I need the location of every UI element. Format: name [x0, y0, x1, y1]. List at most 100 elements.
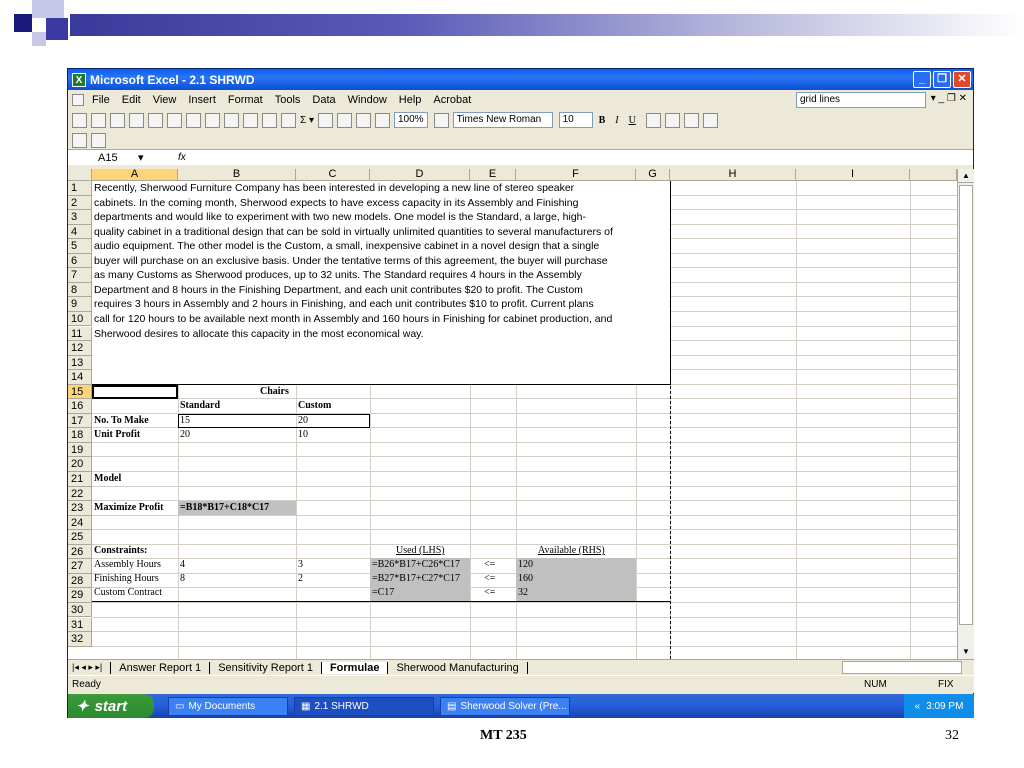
row-header[interactable]: 5 [68, 239, 92, 254]
col-header-e[interactable]: E [470, 169, 516, 181]
help-icon[interactable] [433, 112, 449, 128]
tab-sensitivity-report-1[interactable]: Sensitivity Report 1 [209, 661, 321, 674]
formula-input[interactable] [198, 151, 973, 165]
tray-arrow-icon[interactable]: « [915, 701, 921, 712]
bold-button[interactable]: B [599, 115, 606, 126]
menu-help[interactable]: Help [399, 94, 422, 106]
row-header[interactable]: 1 [68, 181, 92, 196]
row-header[interactable]: 19 [68, 442, 92, 458]
sort-desc-icon[interactable] [336, 112, 352, 128]
vertical-scrollbar[interactable]: ▲ ▼ [957, 169, 974, 659]
col-header-c[interactable]: C [296, 169, 370, 181]
row-header[interactable]: 30 [68, 602, 92, 618]
active-cell-a15[interactable] [92, 385, 178, 399]
copy-icon[interactable] [205, 112, 220, 128]
make-custom-cell[interactable]: 20 [296, 414, 308, 428]
profit-standard-cell[interactable]: 20 [178, 428, 190, 442]
row-header[interactable]: 13 [68, 355, 92, 371]
row-header[interactable]: 15 [68, 384, 92, 400]
name-box-dropdown[interactable]: ▾ [138, 151, 178, 164]
name-box[interactable]: A15 [68, 152, 138, 164]
tab-answer-report-1[interactable]: Answer Report 1 [110, 661, 209, 674]
assembly-cus-cell[interactable]: 3 [296, 558, 303, 572]
autosum-icon[interactable]: Σ ▾ [300, 115, 314, 126]
col-header-h[interactable]: H [670, 169, 796, 181]
minimize-button[interactable]: _ [913, 71, 931, 88]
italic-button[interactable]: I [615, 115, 618, 126]
row-header[interactable]: 8 [68, 282, 92, 298]
make-standard-cell[interactable]: 15 [178, 414, 190, 428]
spreadsheet-grid[interactable]: A B C D E F G H I 1 2 3 4 5 6 7 8 9 10 11 12 13 14 15 1… [68, 169, 957, 659]
col-header-j[interactable] [910, 169, 957, 181]
assembly-lhs-cell[interactable]: =B26*B17+C26*C17 [370, 558, 460, 572]
scroll-thumb[interactable] [959, 185, 973, 625]
menu-data[interactable]: Data [312, 94, 335, 106]
assembly-rhs-cell[interactable]: 120 [516, 558, 533, 572]
spelling-icon[interactable] [167, 112, 182, 128]
task-excel[interactable]: ▦ 2.1 SHRWD [294, 696, 434, 716]
hyperlink-icon[interactable] [281, 112, 296, 128]
menu-acrobat[interactable]: Acrobat [433, 94, 471, 106]
row-header[interactable]: 24 [68, 515, 92, 531]
preview-icon[interactable] [148, 112, 163, 128]
horizontal-scrollbar[interactable] [842, 661, 962, 674]
font-select[interactable]: Times New Roman [452, 112, 553, 128]
col-header-b[interactable]: B [178, 169, 296, 181]
finishing-std-cell[interactable]: 8 [178, 572, 185, 586]
start-button[interactable]: ✦ start [68, 694, 154, 718]
col-header-i[interactable]: I [796, 169, 910, 181]
clock[interactable]: 3:09 PM [926, 701, 963, 712]
menu-edit[interactable]: Edit [122, 94, 141, 106]
row-header[interactable]: 14 [68, 370, 92, 385]
row-header[interactable]: 32 [68, 632, 92, 647]
borders-icon[interactable] [702, 112, 718, 128]
row-header[interactable]: 21 [68, 472, 92, 487]
row-header[interactable]: 18 [68, 428, 92, 443]
select-all-corner[interactable] [68, 169, 92, 181]
scroll-down-icon[interactable]: ▼ [958, 645, 974, 659]
zoom-select[interactable]: 100% [393, 112, 428, 128]
profit-custom-cell[interactable]: 10 [296, 428, 308, 442]
row-header[interactable]: 6 [68, 253, 92, 269]
row-header[interactable]: 2 [68, 195, 92, 211]
menu-view[interactable]: View [153, 94, 177, 106]
menu-tools[interactable]: Tools [275, 94, 301, 106]
tab-nav-arrows-icon[interactable]: |◂ ◂ ▸ ▸| [72, 662, 102, 673]
row-header[interactable]: 22 [68, 486, 92, 502]
row-header[interactable]: 11 [68, 326, 92, 342]
paste-icon[interactable] [224, 112, 239, 128]
drawing-icon[interactable] [374, 112, 390, 128]
row-header[interactable]: 28 [68, 573, 92, 589]
menu-format[interactable]: Format [228, 94, 263, 106]
doc-icon[interactable] [72, 93, 84, 106]
open-icon[interactable] [91, 112, 106, 128]
task-word[interactable]: ▤ Sherwood Solver (Pre... [440, 696, 570, 716]
col-header-f[interactable]: F [516, 169, 636, 181]
col-header-g[interactable]: G [636, 169, 670, 181]
row-header[interactable]: 12 [68, 341, 92, 356]
comment-icon[interactable] [72, 132, 87, 148]
col-header-d[interactable]: D [370, 169, 470, 181]
row-header[interactable]: 23 [68, 501, 92, 516]
chart-icon[interactable] [355, 112, 371, 128]
row-header[interactable]: 7 [68, 268, 92, 283]
maximize-button[interactable]: ❐ [933, 71, 951, 88]
objective-formula-cell[interactable]: =B18*B17+C18*C17 [178, 501, 269, 515]
row-header[interactable]: 26 [68, 544, 92, 560]
font-size-select[interactable]: 10 [558, 112, 593, 128]
finishing-lhs-cell[interactable]: =B27*B17+C27*C17 [370, 572, 460, 586]
underline-button[interactable]: U [629, 115, 636, 126]
fx-icon[interactable]: fx [178, 152, 198, 163]
show-comment-icon[interactable] [91, 132, 106, 148]
tab-formulae[interactable]: Formulae [320, 661, 388, 674]
row-header[interactable]: 17 [68, 413, 92, 429]
row-header[interactable]: 27 [68, 559, 92, 574]
close-button[interactable]: ✕ [953, 71, 971, 88]
help-search-input[interactable]: grid lines [796, 92, 926, 108]
tab-sherwood-manufacturing[interactable]: Sherwood Manufacturing [387, 661, 528, 674]
custom-rhs-cell[interactable]: 32 [516, 586, 528, 600]
finishing-cus-cell[interactable]: 2 [296, 572, 303, 586]
undo-icon[interactable] [243, 112, 258, 128]
menu-insert[interactable]: Insert [188, 94, 216, 106]
row-header[interactable]: 4 [68, 224, 92, 240]
